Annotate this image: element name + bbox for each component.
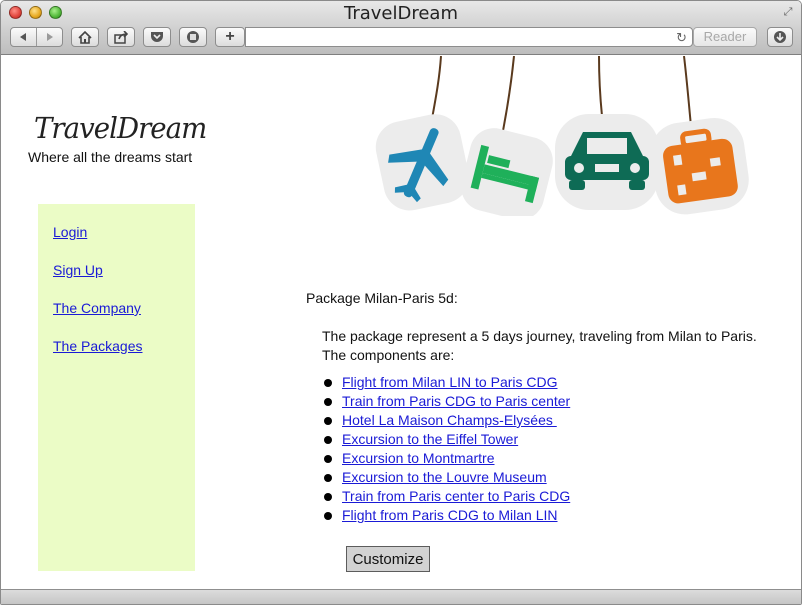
reader-button[interactable]: Reader [693,27,757,47]
bullet-icon [324,454,332,463]
component-link[interactable]: Excursion to Montmartre [342,449,495,468]
site-tagline: Where all the dreams start [28,149,193,165]
downloads-button[interactable] [767,27,793,47]
download-icon [774,31,786,43]
bullet-icon [324,473,332,482]
pocket-button[interactable] [143,27,171,47]
component-link[interactable]: Train from Paris center to Paris CDG [342,487,570,506]
component-link[interactable]: Excursion to the Louvre Museum [342,468,547,487]
list-item: Train from Paris center to Paris CDG [322,487,570,506]
share-icon [113,30,128,44]
customize-button[interactable]: Customize [346,546,430,572]
status-bar [1,589,801,604]
airplane-tag [375,114,469,211]
title-bar: TravelDream ⤢ + ↻ Reader [1,1,801,55]
sidebar-nav: Login Sign Up The Company The Packages [38,204,195,571]
component-link[interactable]: Excursion to the Eiffel Tower [342,430,518,449]
sidebar-link-sign-up[interactable]: Sign Up [53,262,103,278]
sidebar-link-the-packages[interactable]: The Packages [53,338,143,354]
site-logo[interactable]: TravelDream [34,111,207,145]
components-list: Flight from Milan LIN to Paris CDG Train… [322,373,570,525]
bed-tag [461,128,553,216]
component-link[interactable]: Train from Paris CDG to Paris center [342,392,570,411]
list-item: Excursion to the Eiffel Tower [322,430,570,449]
window-title: TravelDream [343,3,458,24]
list-item: Hotel La Maison Champs-Elysées [322,411,570,430]
list-item: Flight from Milan LIN to Paris CDG [322,373,570,392]
plus-icon: + [225,28,235,45]
list-item: Train from Paris CDG to Paris center [322,392,570,411]
forward-icon[interactable] [45,32,55,42]
list-item: Excursion to the Louvre Museum [322,468,570,487]
back-forward-buttons [10,27,63,47]
car-tag [555,114,659,210]
component-link[interactable]: Flight from Milan LIN to Paris CDG [342,373,558,392]
extension-button[interactable] [179,27,207,47]
new-tab-button[interactable]: + [215,27,245,47]
sidebar-link-the-company[interactable]: The Company [53,300,141,316]
list-item: Excursion to Montmartre [322,449,570,468]
bullet-icon [324,511,332,520]
package-description: The package represent a 5 days journey, … [322,328,757,363]
address-bar[interactable]: ↻ [245,27,693,47]
sidebar-link-login[interactable]: Login [53,224,87,240]
share-button[interactable] [107,27,135,47]
browser-window: TravelDream ⤢ + ↻ Reader TravelDream Whe… [0,0,802,605]
travel-banner [375,56,749,216]
bullet-icon [324,492,332,501]
reload-icon[interactable]: ↻ [676,30,687,46]
bullet-icon [324,397,332,406]
fullscreen-icon[interactable]: ⤢ [781,5,795,19]
suitcase-tag [650,117,749,215]
component-link[interactable]: Flight from Paris CDG to Milan LIN [342,506,558,525]
bullet-icon [324,416,332,425]
home-icon [78,30,92,44]
web-page: TravelDream Where all the dreams start L… [1,56,801,589]
extension-icon [187,31,199,43]
bullet-icon [324,435,332,444]
component-link[interactable]: Hotel La Maison Champs-Elysées [342,411,557,430]
list-item: Flight from Paris CDG to Milan LIN [322,506,570,525]
back-icon[interactable] [18,32,28,42]
package-title: Package Milan-Paris 5d: [306,290,458,306]
pocket-icon [151,32,163,42]
bullet-icon [324,378,332,387]
home-button[interactable] [71,27,99,47]
